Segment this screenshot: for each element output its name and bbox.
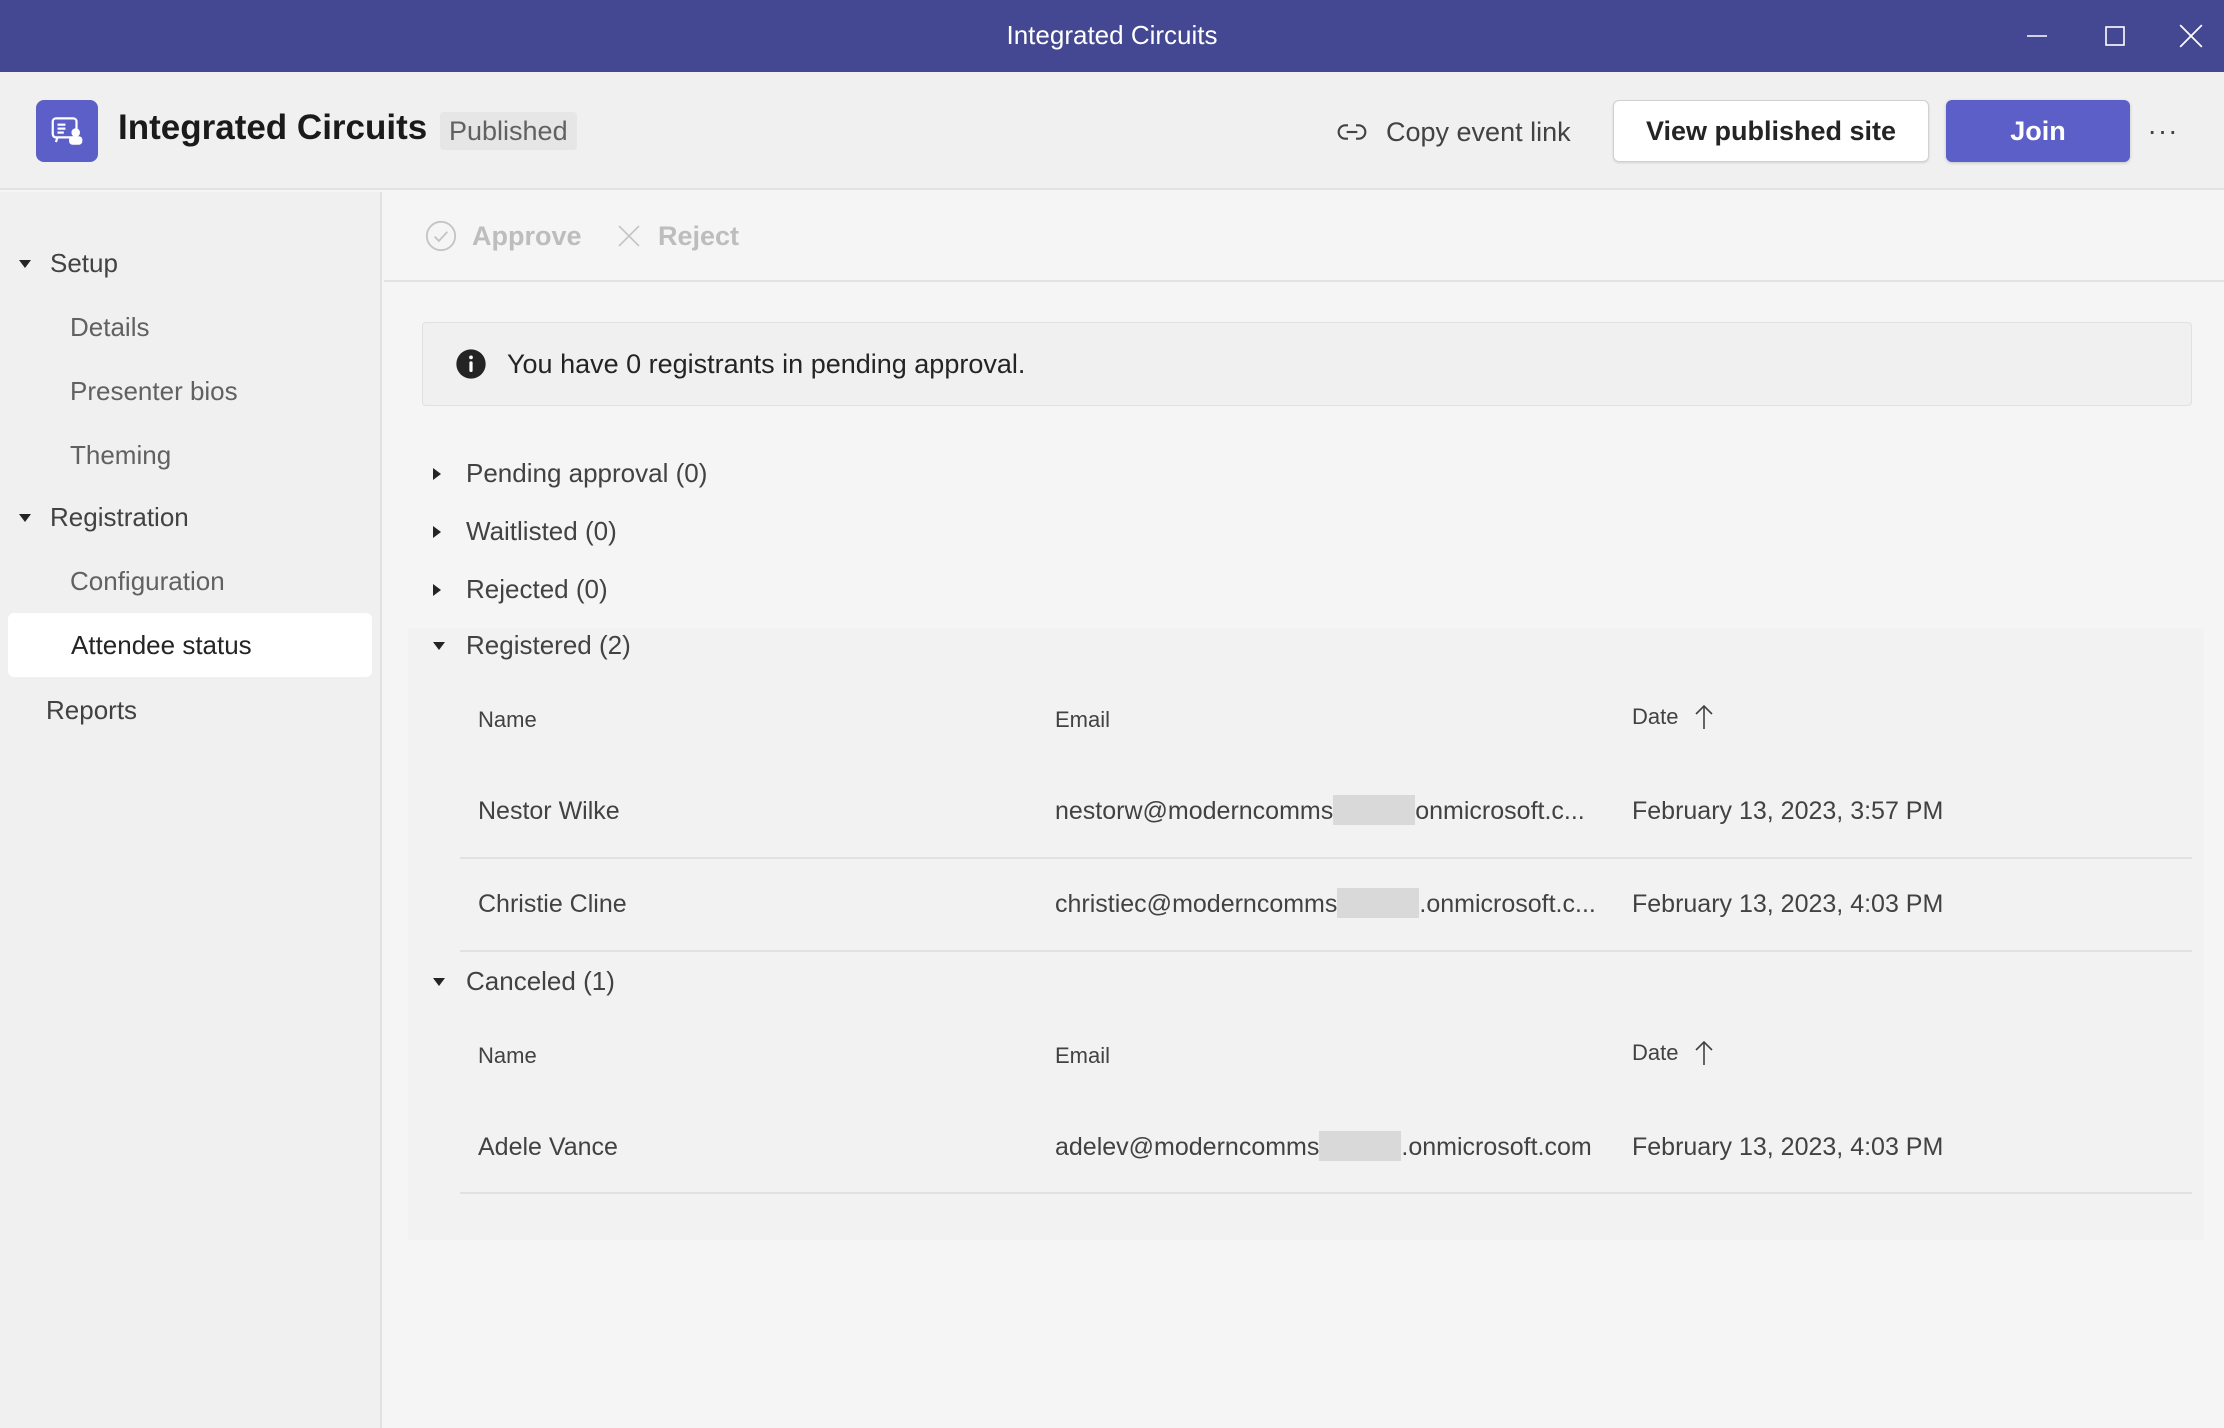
caret-right-icon <box>432 583 446 597</box>
caret-down-icon <box>432 641 446 651</box>
column-header-name[interactable]: Name <box>478 707 537 733</box>
attendee-email: christiec@moderncomms .onmicrosoft.c... <box>1055 888 1596 919</box>
section-pending-approval[interactable]: Pending approval (0) <box>432 458 707 489</box>
checkmark-circle-icon <box>425 220 457 252</box>
caret-down-icon <box>18 259 34 269</box>
sidebar-item-configuration[interactable]: Configuration <box>70 566 225 597</box>
approve-label: Approve <box>472 220 582 251</box>
more-icon: ··· <box>2147 115 2179 146</box>
section-label: Pending approval (0) <box>466 458 708 488</box>
sidebar-item-theming[interactable]: Theming <box>70 440 171 471</box>
column-header-email[interactable]: Email <box>1055 707 1110 733</box>
maximize-icon <box>2105 26 2125 46</box>
sidebar-item-details[interactable]: Details <box>70 312 149 343</box>
event-header: Integrated Circuits Published Copy event… <box>0 72 2224 190</box>
attendee-name: Nestor Wilke <box>478 797 620 825</box>
sort-ascending-icon <box>1692 1039 1716 1067</box>
title-bar: Integrated Circuits <box>0 0 2224 72</box>
section-rejected[interactable]: Rejected (0) <box>432 574 608 605</box>
registration-date: February 13, 2023, 3:57 PM <box>1632 797 1944 825</box>
event-title: Integrated Circuits <box>118 108 428 147</box>
close-icon <box>2179 24 2203 48</box>
minimize-button[interactable] <box>1999 0 2075 72</box>
approve-button[interactable]: Approve <box>424 216 582 256</box>
row-divider <box>460 1192 2192 1194</box>
action-toolbar: Approve Reject <box>384 192 2224 282</box>
section-canceled[interactable]: Canceled (1) <box>432 966 615 997</box>
status-badge: Published <box>440 112 577 150</box>
sidebar-group-setup[interactable]: Setup <box>18 248 118 279</box>
caret-right-icon <box>432 525 446 539</box>
banner-message: You have 0 registrants in pending approv… <box>507 348 1026 379</box>
column-header-name[interactable]: Name <box>478 1043 537 1069</box>
link-icon <box>1337 124 1367 140</box>
dismiss-icon <box>618 225 640 247</box>
column-header-date[interactable]: Date <box>1632 1039 1716 1067</box>
minimize-icon <box>2027 35 2047 37</box>
attendee-email: adelev@moderncomms .onmicrosoft.com <box>1055 1131 1592 1162</box>
sidebar-nav: Setup Details Presenter bios Theming Reg… <box>0 192 382 1428</box>
maximize-button[interactable] <box>2077 0 2153 72</box>
redacted-block <box>1333 795 1416 826</box>
column-header-date-label: Date <box>1632 704 1679 729</box>
sidebar-item-attendee-status[interactable]: Attendee status <box>8 613 372 677</box>
attendee-email: nestorw@moderncomms onmicrosoft.c... <box>1055 795 1585 826</box>
sidebar-item-presenter-bios[interactable]: Presenter bios <box>70 376 238 407</box>
row-divider <box>460 857 2192 859</box>
reject-button[interactable]: Reject <box>614 216 739 256</box>
copy-event-link-label: Copy event link <box>1386 116 1571 147</box>
redacted-block <box>1337 888 1420 919</box>
presentation-icon <box>51 117 83 145</box>
section-registered[interactable]: Registered (2) <box>432 630 631 661</box>
window-title: Integrated Circuits <box>1006 20 1218 50</box>
sidebar-group-registration[interactable]: Registration <box>18 502 189 533</box>
sidebar-item-reports[interactable]: Reports <box>46 695 137 726</box>
section-label: Registered (2) <box>466 630 631 660</box>
column-header-date-label: Date <box>1632 1040 1679 1065</box>
caret-down-icon <box>432 977 446 987</box>
caret-down-icon <box>18 513 34 523</box>
redacted-block <box>1319 1131 1402 1162</box>
join-button[interactable]: Join <box>1946 100 2130 162</box>
view-published-site-button[interactable]: View published site <box>1613 100 1929 162</box>
info-icon <box>456 349 486 379</box>
attendee-name: Adele Vance <box>478 1133 618 1161</box>
section-label: Waitlisted (0) <box>466 516 617 546</box>
row-divider <box>460 950 2192 952</box>
section-label: Rejected (0) <box>466 574 608 604</box>
sidebar-group-label: Setup <box>50 248 118 278</box>
reject-label: Reject <box>658 220 740 251</box>
copy-event-link-button[interactable]: Copy event link <box>1336 112 1571 152</box>
registration-date: February 13, 2023, 4:03 PM <box>1632 1133 1944 1161</box>
pending-approval-banner: You have 0 registrants in pending approv… <box>422 322 2192 406</box>
sort-ascending-icon <box>1692 703 1716 731</box>
sidebar-group-label: Registration <box>50 502 189 532</box>
section-waitlisted[interactable]: Waitlisted (0) <box>432 516 617 547</box>
column-header-email[interactable]: Email <box>1055 1043 1110 1069</box>
registration-date: February 13, 2023, 4:03 PM <box>1632 890 1944 918</box>
more-options-button[interactable]: ··· <box>2142 110 2184 152</box>
section-label: Canceled (1) <box>466 966 615 996</box>
caret-right-icon <box>432 467 446 481</box>
attendee-name: Christie Cline <box>478 890 627 918</box>
close-button[interactable] <box>2153 0 2224 72</box>
town-hall-app-icon <box>36 100 98 162</box>
column-header-date[interactable]: Date <box>1632 703 1716 731</box>
